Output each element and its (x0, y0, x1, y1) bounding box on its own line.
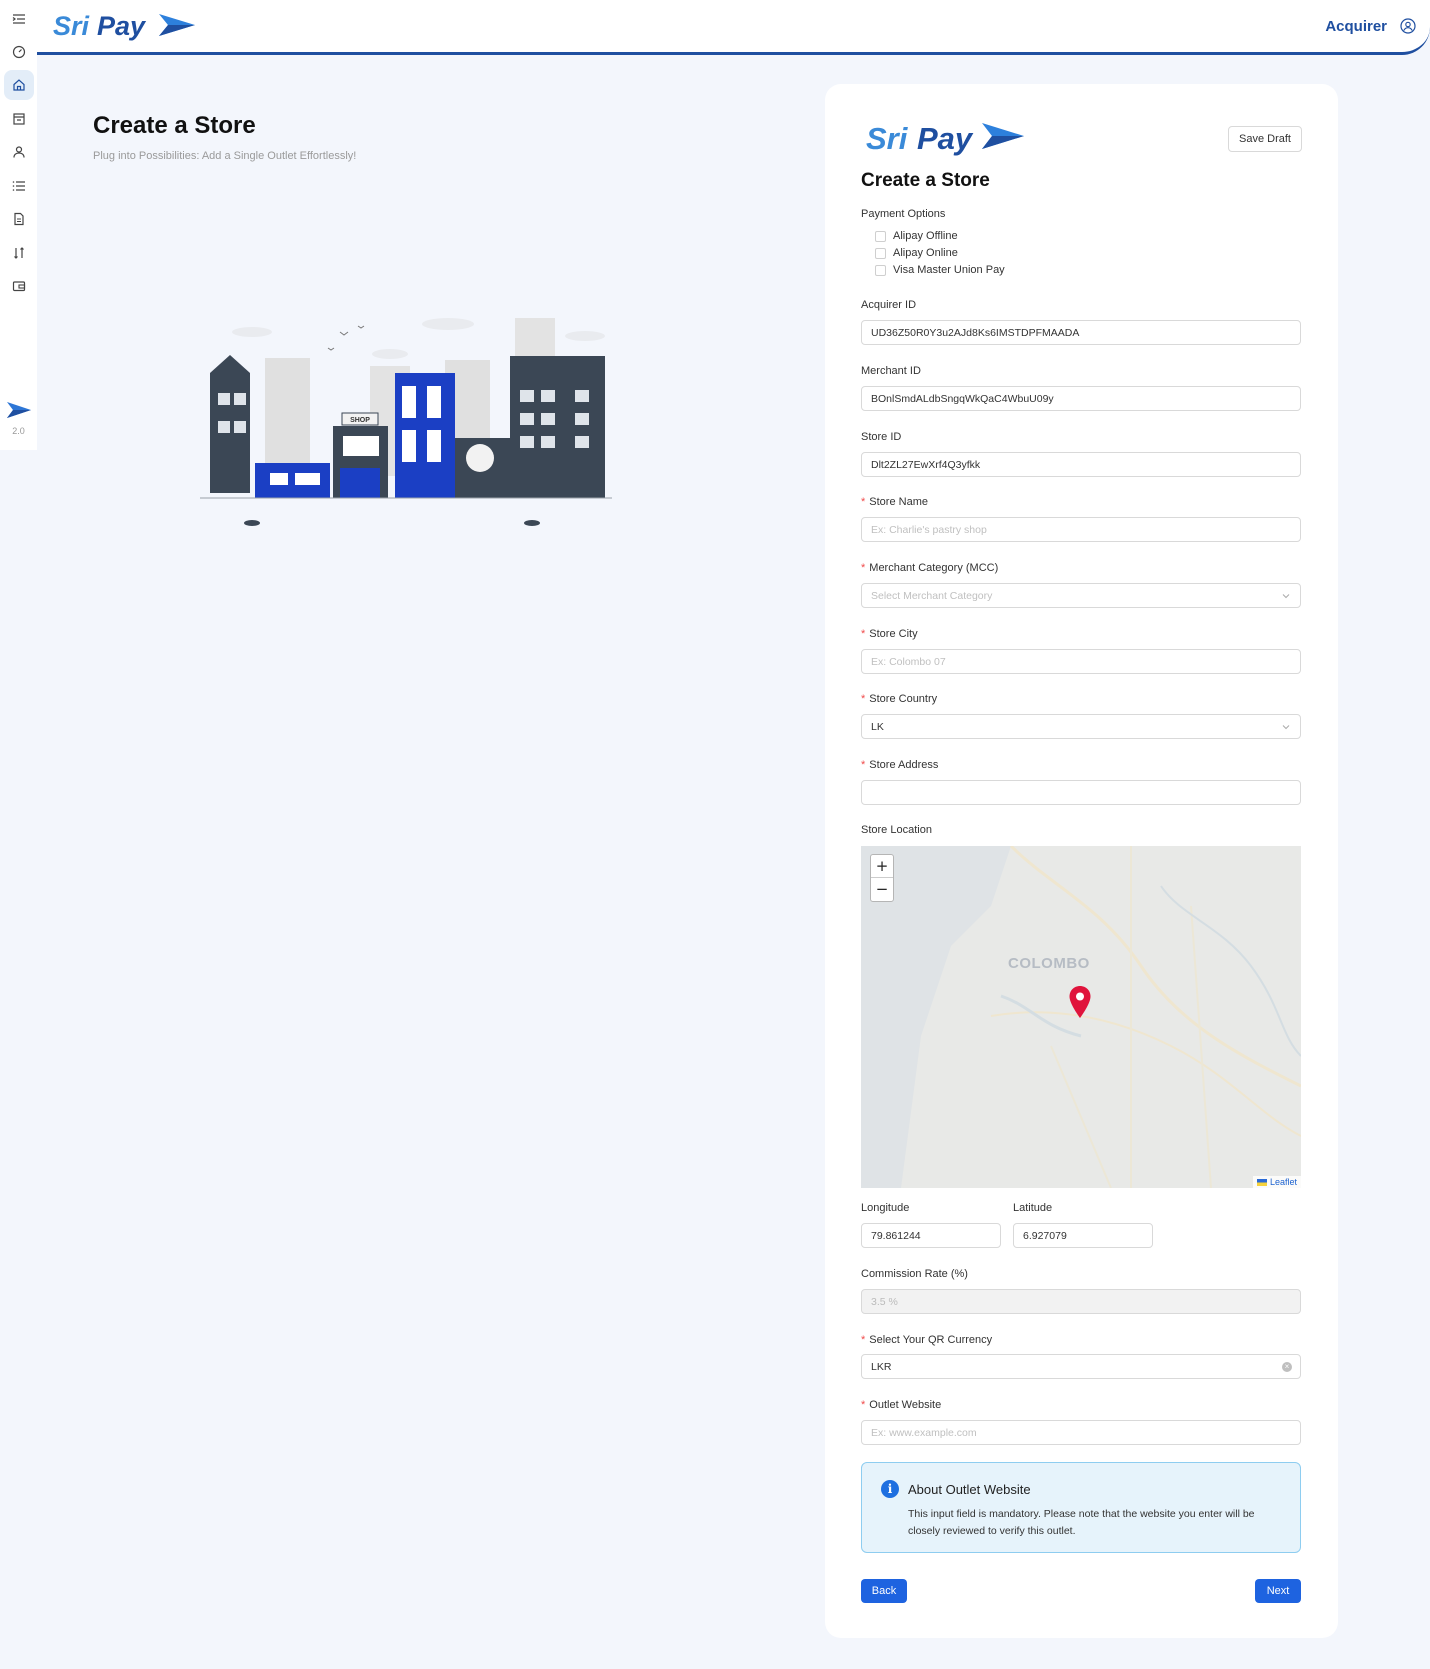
info-title: About Outlet Website (908, 1482, 1031, 1497)
payment-option-alipay-offline[interactable]: Alipay Offline (875, 230, 958, 242)
menu-toggle-icon[interactable] (4, 4, 34, 34)
map-attribution[interactable]: Leaflet (1252, 1176, 1301, 1188)
store-icon[interactable] (4, 104, 34, 134)
merchant-id-field[interactable]: BOnlSmdALdbSngqWkQaC4WbuU09y (861, 386, 1301, 411)
merchant-category-select[interactable]: Select Merchant Category (861, 583, 1301, 608)
store-country-select[interactable]: LK (861, 714, 1301, 739)
payment-option-alipay-online[interactable]: Alipay Online (875, 247, 958, 259)
svg-text:Pay: Pay (917, 121, 974, 156)
checkbox[interactable] (875, 230, 886, 242)
merchant-category-label: * Merchant Category (MCC) (861, 562, 999, 574)
sripay-mark-icon (7, 402, 31, 418)
commission-rate-label: Commission Rate (%) (861, 1268, 968, 1280)
sidebar: 2.0 (0, 0, 37, 450)
city-store-illustration: SHOP (200, 318, 612, 526)
save-draft-button[interactable]: Save Draft (1228, 126, 1302, 152)
user-role[interactable]: Acquirer (1325, 18, 1387, 35)
store-city-label: * Store City (861, 628, 918, 640)
store-id-label: Store ID (861, 431, 902, 443)
outlet-website-info-alert: i About Outlet Website This input field … (861, 1462, 1301, 1553)
chevron-down-icon (1282, 725, 1290, 730)
list-icon[interactable] (4, 171, 34, 201)
payment-options-label: Payment Options (861, 208, 946, 220)
zoom-out-button[interactable]: − (871, 878, 893, 901)
commission-rate-field: 3.5 % (861, 1289, 1301, 1314)
store-country-label: * Store Country (861, 693, 938, 705)
card-logo: Sri Pay (864, 118, 1029, 161)
top-header: Sri Pay Acquirer (37, 0, 1430, 55)
home-icon[interactable] (4, 70, 34, 100)
flag-icon (1256, 1178, 1267, 1186)
wallet-icon[interactable] (4, 271, 34, 301)
outlet-website-input[interactable]: Ex: www.example.com (861, 1420, 1301, 1445)
store-address-input[interactable] (861, 780, 1301, 805)
info-text: This input field is mandatory. Please no… (908, 1508, 1255, 1537)
transactions-icon[interactable] (4, 238, 34, 268)
svg-text:Sri: Sri (53, 11, 90, 41)
store-location-map[interactable]: + − COLOMBO Leaflet (861, 846, 1301, 1188)
header-logo[interactable]: Sri Pay (51, 8, 201, 47)
store-address-label: * Store Address (861, 759, 939, 771)
next-button[interactable]: Next (1255, 1579, 1301, 1603)
acquirer-id-field[interactable]: UD36Z50R0Y3u2AJd8Ks6IMSTDPFMAADA (861, 320, 1301, 345)
store-city-input[interactable]: Ex: Colombo 07 (861, 649, 1301, 674)
store-location-label: Store Location (861, 824, 932, 836)
outlet-website-label: * Outlet Website (861, 1399, 942, 1411)
payment-option-visa-master-union-pay[interactable]: Visa Master Union Pay (875, 264, 1005, 276)
store-id-field[interactable]: Dlt2ZL27EwXrf4Q3yfkk (861, 452, 1301, 477)
account-icon[interactable] (1400, 18, 1416, 34)
dashboard-icon[interactable] (4, 37, 34, 67)
svg-text:SHOP: SHOP (350, 417, 370, 424)
map-city-label: COLOMBO (1008, 955, 1090, 972)
longitude-input[interactable]: 79.861244 (861, 1223, 1001, 1248)
zoom-in-button[interactable]: + (871, 855, 893, 878)
info-icon: i (881, 1480, 899, 1498)
page-subtitle: Plug into Possibilities: Add a Single Ou… (93, 150, 357, 162)
latitude-input[interactable]: 6.927079 (1013, 1223, 1153, 1248)
store-name-input[interactable]: Ex: Charlie's pastry shop (861, 517, 1301, 542)
svg-text:Pay: Pay (97, 11, 147, 41)
back-button[interactable]: Back (861, 1579, 907, 1603)
merchant-id-label: Merchant ID (861, 365, 921, 377)
form-title: Create a Store (861, 170, 990, 191)
document-icon[interactable] (4, 204, 34, 234)
checkbox[interactable] (875, 247, 886, 259)
page-title: Create a Store (93, 112, 256, 139)
checkbox[interactable] (875, 264, 886, 276)
location-pin-icon[interactable] (1068, 985, 1092, 1019)
user-icon[interactable] (4, 137, 34, 167)
svg-text:Sri: Sri (866, 121, 909, 156)
map-zoom-control: + − (870, 854, 894, 902)
chevron-down-icon (1282, 594, 1290, 599)
app-version: 2.0 (12, 426, 25, 436)
clear-icon[interactable]: × (1282, 1362, 1292, 1372)
create-store-card: Sri Pay Save Draft Create a Store Paymen… (825, 84, 1338, 1638)
acquirer-id-label: Acquirer ID (861, 299, 917, 311)
latitude-label: Latitude (1013, 1202, 1053, 1214)
qr-currency-label: * Select Your QR Currency (861, 1334, 993, 1346)
longitude-label: Longitude (861, 1202, 910, 1214)
qr-currency-select[interactable]: LKR × (861, 1354, 1301, 1379)
store-name-label: * Store Name (861, 496, 928, 508)
